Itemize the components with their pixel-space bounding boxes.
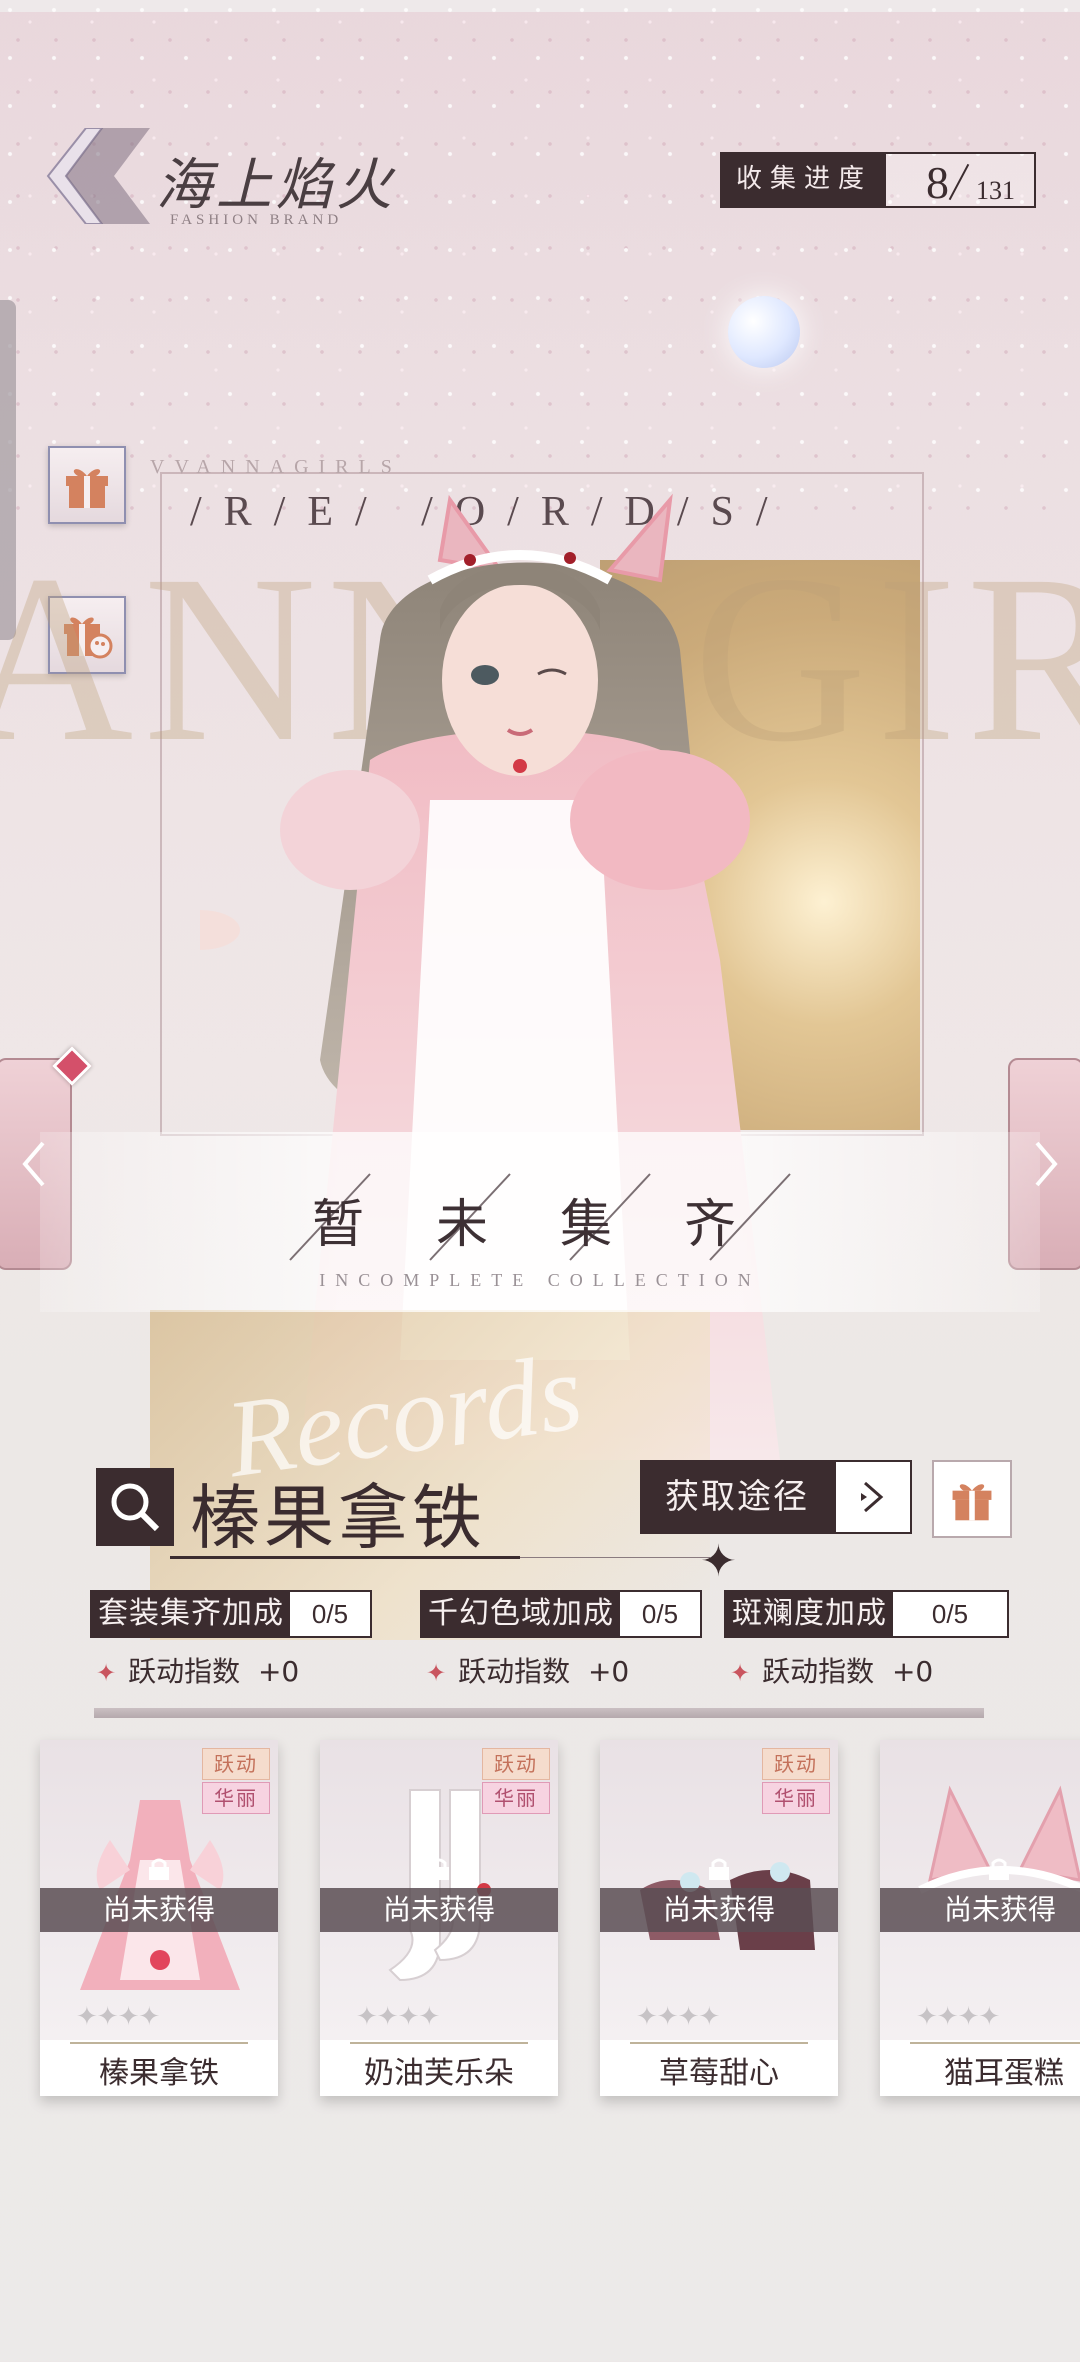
bonus-sub-value: +0 [587,1655,630,1688]
search-button[interactable] [96,1468,174,1546]
status-title: 暂未集齐 [311,1195,808,1255]
item-name: 草莓甜心 [659,2056,779,2091]
tag-dynamic: 跃动 [202,1748,270,1780]
sparkle-icon: ✦ [96,1659,117,1687]
section-divider [94,1708,984,1718]
bonus-label: 千幻色域加成 [422,1592,620,1636]
rarity-stars: ✦✦✦✦ [916,2002,1000,2032]
back-chevron-icon [46,127,150,225]
search-icon [111,1483,160,1532]
progress-slash [948,163,970,201]
item-card[interactable]: 跃动 华丽 尚未获得 ✦✦✦✦ 榛果拿铁 [40,1740,278,2096]
bonus-label: 斑斓度加成 [726,1592,893,1636]
gift-button[interactable] [48,446,126,524]
obtain-method-button[interactable]: 获取途径 [640,1460,912,1534]
bonus-sub-value: +0 [257,1655,300,1688]
tag-dynamic: 跃动 [762,1748,830,1780]
sparkle-backdrop [0,0,1080,520]
item-name: 猫耳蛋糕 [944,2056,1064,2091]
brand-title: 海上焰火 [156,153,396,218]
collection-status-band: 暂未集齐 INCOMPLETE COLLECTION [40,1132,1040,1312]
bonus-sub-label: 跃动指数 [128,1655,241,1688]
obtain-label: 获取途径 [640,1460,834,1534]
item-card[interactable]: 跃动 华丽 尚未获得 ✦✦✦✦ 草莓甜心 [600,1740,838,2096]
progress-label: 收集进度 [722,154,887,206]
name-line [350,2042,528,2044]
sparkle-star-icon: ✦ [700,1536,737,1587]
collection-progress: 收集进度 8 131 [720,152,1037,208]
item-name: 榛果拿铁 [99,2056,219,2091]
item-name: 奶油芙乐朵 [364,2056,514,2091]
lock-icon [429,1858,449,1880]
locked-label: 尚未获得 [320,1888,558,1932]
obtain-arrow [834,1460,912,1534]
sparkle-icon: ✦ [426,1659,447,1687]
suit-gift-button[interactable] [932,1460,1012,1538]
bonus-sub: ✦ 跃动指数 +0 [96,1650,299,1690]
suit-underline [170,1556,520,1559]
item-card[interactable]: 尚未获得 ✦✦✦✦ 猫耳蛋糕 [880,1740,1080,2096]
tag-gorgeous: 华丽 [482,1782,550,1814]
back-button[interactable] [40,127,150,225]
item-card[interactable]: 跃动 华丽 尚未获得 ✦✦✦✦ 奶油芙乐朵 [320,1740,558,2096]
gift-icon [66,469,108,508]
lock-icon [149,1858,169,1880]
lock-icon [989,1858,1009,1880]
suit-name: 榛果拿铁 [190,1477,486,1559]
brand-subtitle: FASHION BRAND [170,212,343,228]
bonus-value: 0/5 [620,1592,700,1636]
rarity-stars: ✦✦✦✦ [636,2002,720,2032]
bonus-sub: ✦ 跃动指数 +0 [730,1650,933,1690]
bonus-sub-label: 跃动指数 [458,1655,571,1688]
bonus-sub: ✦ 跃动指数 +0 [426,1650,629,1690]
tag-dynamic: 跃动 [482,1748,550,1780]
status-subtitle: INCOMPLETE COLLECTION [319,1270,761,1290]
cat-ear-headband-icon [918,1785,1080,1894]
lock-icon [709,1858,729,1880]
name-line [910,2042,1080,2044]
bonus-value: 0/5 [893,1592,1007,1636]
bonus-suit-complete: 套装集齐加成 0/5 [90,1590,372,1638]
rarity-stars: ✦✦✦✦ [356,2002,440,2032]
name-line [70,2042,248,2044]
bonus-sub-value: +0 [891,1655,934,1688]
tag-gorgeous: 华丽 [202,1782,270,1814]
suit-underline-thin [520,1557,710,1558]
gift-icon [952,1484,992,1521]
locked-label: 尚未获得 [40,1888,278,1932]
progress-value: 8 131 [886,154,1035,208]
locked-label: 尚未获得 [600,1888,838,1932]
progress-total: 131 [976,176,1016,205]
glow-orb [728,296,800,368]
locked-label: 尚未获得 [880,1888,1080,1932]
bonus-value: 0/5 [290,1592,370,1636]
name-line [630,2042,808,2044]
sparkle-icon: ✦ [730,1659,751,1687]
chevron-right-icon [861,1481,884,1513]
bonus-sub-label: 跃动指数 [762,1655,875,1688]
bonus-color-domain: 千幻色域加成 0/5 [420,1590,702,1638]
rarity-stars: ✦✦✦✦ [76,2002,160,2032]
progress-current: 8 [926,157,950,208]
tag-gorgeous: 华丽 [762,1782,830,1814]
bonus-vibrancy: 斑斓度加成 0/5 [724,1590,1009,1638]
bonus-label: 套装集齐加成 [92,1592,290,1636]
